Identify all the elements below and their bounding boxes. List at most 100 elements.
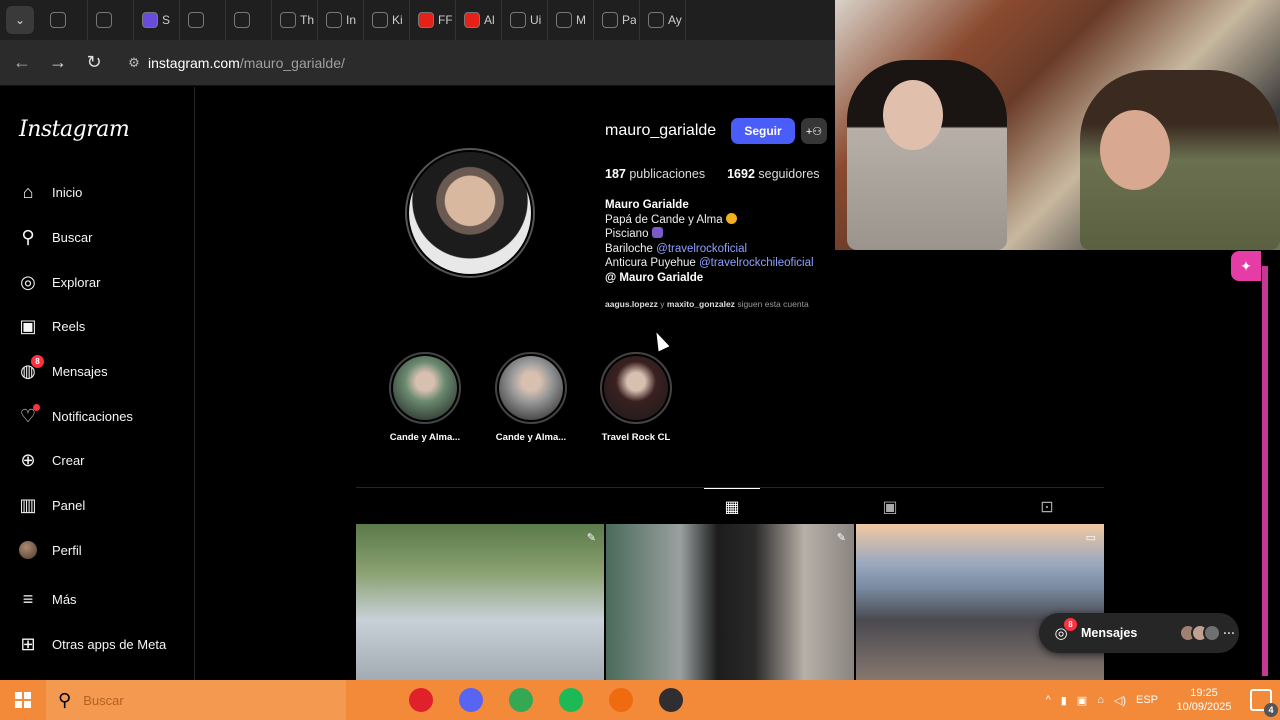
pisces-emoji-icon bbox=[651, 227, 663, 238]
network-icon[interactable]: ⌂ bbox=[1097, 694, 1104, 706]
post-thumbnail[interactable]: ✎ bbox=[356, 524, 604, 680]
suggested-users-button[interactable]: +⚇ bbox=[801, 118, 827, 144]
taskbar-app[interactable] bbox=[496, 680, 546, 720]
address-bar[interactable]: ⚙ instagram.com/mauro_garialde/ bbox=[120, 45, 820, 80]
sidebar-item-label: Más bbox=[52, 591, 77, 607]
sidebar-item-perfil[interactable]: Perfil bbox=[18, 535, 82, 565]
pin-icon: ✎ bbox=[836, 532, 846, 544]
bio-line-4-text: Anticura Puyehue bbox=[605, 257, 699, 269]
tray-app-icon[interactable]: ▮ bbox=[1061, 694, 1067, 707]
sidebar-item-label: Panel bbox=[52, 497, 86, 513]
browser-tab[interactable] bbox=[88, 0, 134, 40]
browser-tab[interactable]: Pa bbox=[594, 0, 640, 40]
drive-icon bbox=[602, 12, 618, 28]
browser-tab[interactable]: In bbox=[318, 0, 364, 40]
sidebar-item-notificaciones[interactable]: ♡ Notificaciones bbox=[18, 401, 133, 431]
browser-tab[interactable]: S bbox=[134, 0, 180, 40]
volume-icon[interactable]: ◁) bbox=[1114, 694, 1126, 707]
browser-tab[interactable]: Ki bbox=[364, 0, 410, 40]
sidebar-item-mensajes[interactable]: ◍ 8 Mensajes bbox=[18, 355, 108, 386]
arrow-right-icon: → bbox=[49, 52, 67, 72]
followers-stat[interactable]: 1692 seguidores bbox=[727, 167, 819, 181]
follow-button[interactable]: Seguir bbox=[731, 118, 795, 144]
instagram-sidebar: Instagram ⌂ Inicio ⚲ Buscar ◎ Explorar ▣ Reels ◍… bbox=[0, 87, 195, 680]
clock[interactable]: 19:25 10/09/2025 bbox=[1168, 686, 1240, 714]
taskbar-app[interactable] bbox=[646, 680, 696, 720]
browser-tab[interactable]: Ui bbox=[502, 0, 548, 40]
sidebar-item-otras-apps[interactable]: ⊞ Otras apps de Meta bbox=[18, 629, 166, 659]
notifications-icon[interactable]: 4 bbox=[1250, 689, 1278, 717]
taskbar-app[interactable] bbox=[446, 680, 496, 720]
travelrock-link[interactable]: @travelrockoficial bbox=[656, 243, 747, 255]
messenger-icon: ◍ 8 bbox=[18, 355, 44, 381]
tray-app-icon[interactable]: ▣ bbox=[1077, 694, 1087, 707]
sidebar-item-panel[interactable]: ▥ Panel bbox=[18, 490, 85, 520]
threads-link[interactable]: @ Mauro Garialde bbox=[605, 271, 814, 286]
menu-icon: ≡ bbox=[22, 588, 34, 609]
browser-tab[interactable]: FF bbox=[410, 0, 456, 40]
bio-line-2-text: Pisciano bbox=[605, 228, 649, 240]
follower-2: maxito_gonzalez bbox=[666, 299, 735, 309]
sidebar-item-reels[interactable]: ▣ Reels bbox=[18, 311, 85, 341]
windows-logo-icon bbox=[15, 692, 31, 708]
start-button[interactable] bbox=[0, 680, 46, 720]
site-info-icon[interactable]: ⚙ bbox=[120, 55, 148, 71]
followed-by[interactable]: aagus.lopezz y maxito_gonzalez siguen es… bbox=[605, 299, 809, 309]
highlight-cover bbox=[604, 356, 668, 420]
sidebar-item-mas[interactable]: ≡ Más bbox=[18, 584, 77, 614]
browser-tab[interactable] bbox=[226, 0, 272, 40]
sidebar-item-label: Buscar bbox=[52, 229, 93, 245]
chrome-icon bbox=[509, 688, 533, 712]
reload-button[interactable]: ↻ bbox=[76, 45, 112, 81]
story-highlight[interactable]: Cande y Alma... bbox=[380, 352, 470, 443]
post-thumbnail[interactable]: ▭ bbox=[856, 524, 1104, 680]
forward-button[interactable]: → bbox=[40, 45, 76, 81]
browser-tab[interactable]: Th bbox=[272, 0, 318, 40]
posts-stat: 187 publicaciones bbox=[605, 167, 705, 181]
browser-tab[interactable]: M bbox=[548, 0, 594, 40]
language-indicator[interactable]: ESP bbox=[1136, 694, 1158, 706]
tab-tagged[interactable]: ⊡ bbox=[1019, 488, 1075, 525]
home-icon: ⌂ bbox=[22, 181, 34, 202]
messages-pill[interactable]: ◎ 8 Mensajes ··· bbox=[1039, 613, 1239, 653]
threads-name: Mauro Garialde bbox=[619, 271, 704, 284]
sidebar-item-buscar[interactable]: ⚲ Buscar bbox=[18, 222, 92, 252]
tab-label: Ay bbox=[668, 13, 682, 27]
highlight-cover bbox=[393, 356, 457, 420]
profile-picture-ring[interactable] bbox=[405, 148, 535, 278]
back-button[interactable]: ← bbox=[4, 45, 40, 81]
taskbar-app[interactable] bbox=[596, 680, 646, 720]
tab-reels[interactable]: ▣ bbox=[862, 488, 918, 525]
story-highlight[interactable]: Cande y Alma... bbox=[486, 352, 576, 443]
sidebar-item-explorar[interactable]: ◎ Explorar bbox=[18, 267, 100, 297]
chatgpt-icon bbox=[234, 12, 250, 28]
screen: ⌄ S Th In Ki FF Al Ui M Pa Ay ← → ↻ ⚙ instagram.c… bbox=[0, 0, 1280, 720]
taskbar-search[interactable]: ⚲ Buscar bbox=[46, 680, 346, 720]
browser-tab[interactable] bbox=[42, 0, 88, 40]
sidebar-item-inicio[interactable]: ⌂ Inicio bbox=[18, 177, 83, 207]
browser-tab[interactable] bbox=[180, 0, 226, 40]
tab-search-button[interactable]: ⌄ bbox=[6, 6, 34, 34]
instagram-logo[interactable]: Instagram bbox=[19, 117, 130, 142]
story-highlight[interactable]: Travel Rock CL bbox=[591, 352, 681, 443]
avatar bbox=[19, 541, 37, 559]
tabs-list: S Th In Ki FF Al Ui M Pa Ay bbox=[42, 0, 686, 40]
chevron-up-icon[interactable]: ^ bbox=[1046, 694, 1051, 706]
bio-name: Mauro Garialde bbox=[605, 199, 689, 211]
taskbar-apps bbox=[396, 680, 696, 720]
obs-icon bbox=[659, 688, 683, 712]
gemini-icon bbox=[188, 12, 204, 28]
browser-tab[interactable]: Ay bbox=[640, 0, 686, 40]
tab-label: M bbox=[576, 13, 586, 27]
browser-tab[interactable]: Al bbox=[456, 0, 502, 40]
tab-posts[interactable]: ▦ bbox=[704, 488, 760, 525]
taskbar-app[interactable] bbox=[546, 680, 596, 720]
travelrockchile-link[interactable]: @travelrockchileoficial bbox=[699, 257, 814, 269]
sidebar-item-label: Mensajes bbox=[52, 363, 108, 379]
sidebar-item-crear[interactable]: ⊕ Crear bbox=[18, 445, 84, 475]
tagged-icon: ⊡ bbox=[1040, 498, 1054, 516]
taskbar-app[interactable] bbox=[396, 680, 446, 720]
extension-button[interactable]: ✦ bbox=[1231, 251, 1261, 281]
messages-badge: 8 bbox=[31, 355, 44, 368]
post-thumbnail[interactable]: ✎ bbox=[606, 524, 854, 680]
